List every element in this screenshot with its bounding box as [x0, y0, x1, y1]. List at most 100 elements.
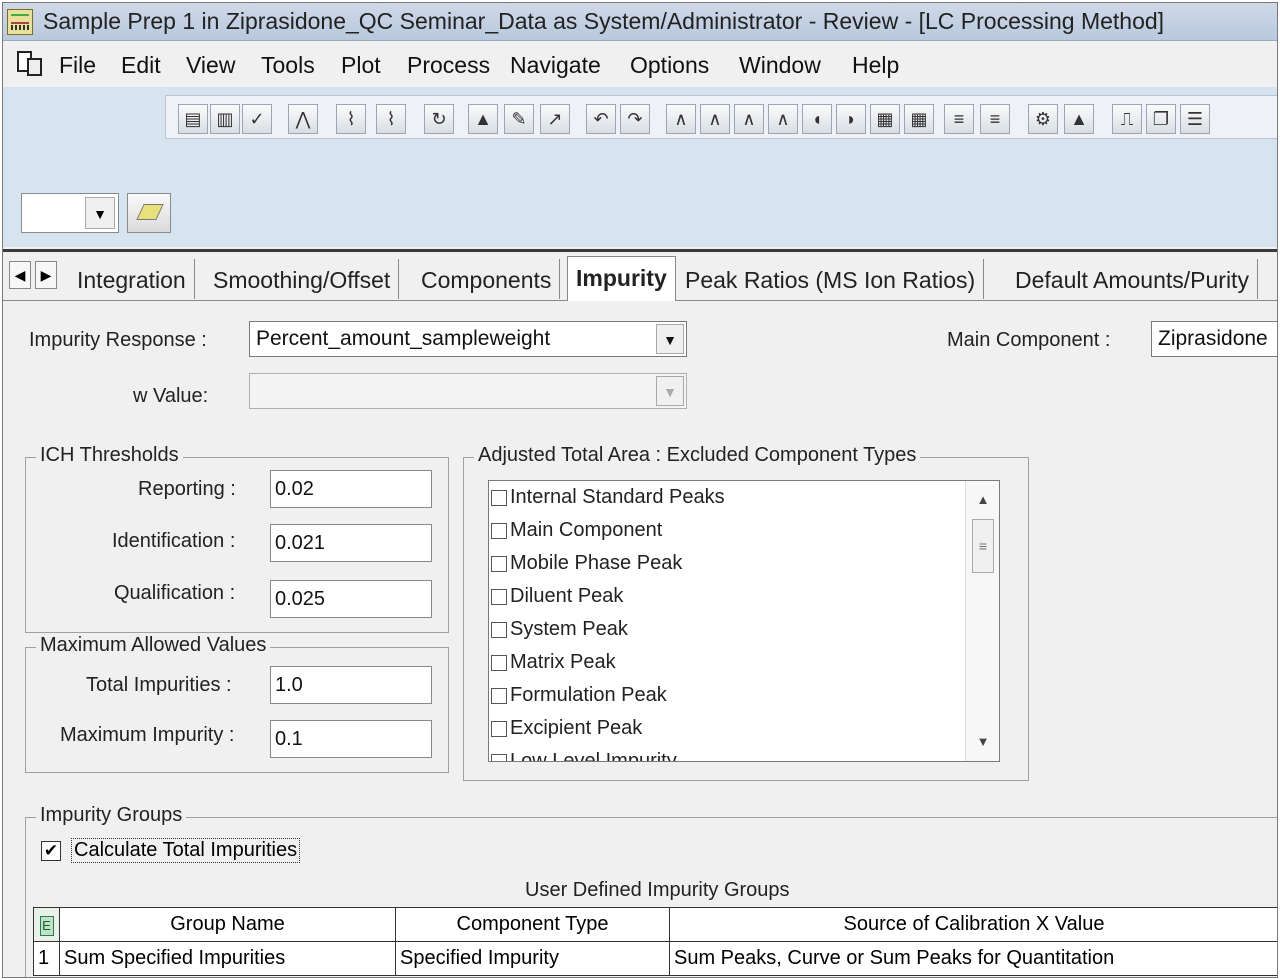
chart-icon[interactable]: ⋀ [288, 104, 318, 134]
excluded-types-list[interactable]: Internal Standard Peaks Main Component Mob… [488, 480, 1000, 762]
refresh-icon[interactable]: ↻ [424, 104, 454, 134]
tab-integration[interactable]: Integration [69, 259, 195, 299]
list-item[interactable]: Mobile Phase Peak [489, 547, 999, 580]
check-icon[interactable]: ✓ [242, 104, 272, 134]
copy-icon[interactable]: ❐ [1146, 104, 1176, 134]
list-item[interactable]: Matrix Peak [489, 646, 999, 679]
menu-process[interactable]: Process [407, 52, 490, 79]
cell-calibration-source[interactable]: Sum Peaks, Curve or Sum Peaks for Quanti… [669, 941, 1277, 976]
list-item-label: Matrix Peak [510, 651, 616, 673]
peak2-icon[interactable]: ⌇ [376, 104, 406, 134]
window1-icon[interactable]: ▦ [870, 104, 900, 134]
list-item[interactable]: Internal Standard Peaks [489, 481, 999, 514]
calculate-total-checkbox[interactable]: ✔ [41, 841, 61, 861]
main-component-field[interactable]: Ziprasidone [1151, 321, 1277, 357]
list-item-label: Diluent Peak [510, 585, 624, 607]
checkbox[interactable] [491, 687, 507, 704]
checkbox[interactable] [491, 489, 507, 506]
checkbox[interactable] [491, 522, 507, 539]
list-item[interactable]: Main Component [489, 514, 999, 547]
calibrate-icon[interactable]: ⚙ [1028, 104, 1058, 134]
menu-file[interactable]: File [59, 52, 96, 79]
selector-combo[interactable]: ▼ [21, 193, 119, 233]
list-item[interactable]: Formulation Peak [489, 679, 999, 712]
impurity-response-label: Impurity Response : [29, 329, 207, 351]
list-item[interactable]: Low Level Impurity [489, 745, 999, 761]
menu-navigate[interactable]: Navigate [510, 52, 601, 79]
list-item[interactable]: System Peak [489, 613, 999, 646]
menu-view[interactable]: View [186, 52, 235, 79]
table-row[interactable]: 1 Sum Specified Impurities Specified Imp… [33, 941, 1277, 976]
impurity-groups-table: E Group Name Component Type Source of Ca… [33, 907, 1277, 976]
integrate1-icon[interactable]: ∧ [666, 104, 696, 134]
integrate2-icon[interactable]: ∧ [700, 104, 730, 134]
column-calibration-source[interactable]: Source of Calibration X Value [669, 907, 1277, 942]
tab-smoothing-offset[interactable]: Smoothing/Offset [205, 259, 400, 299]
menu-window[interactable]: Window [739, 52, 821, 79]
scroll-up-icon[interactable]: ▲ [966, 485, 999, 515]
qualification-input[interactable]: 0.025 [270, 580, 432, 618]
maximum-impurity-input[interactable]: 0.1 [270, 720, 432, 758]
scale-icon[interactable]: ↗ [540, 104, 570, 134]
checkbox[interactable] [491, 621, 507, 638]
user-groups-caption: User Defined Impurity Groups [525, 879, 790, 901]
cell-component-type[interactable]: Specified Impurity [395, 941, 670, 976]
total-impurities-input[interactable]: 1.0 [270, 666, 432, 704]
impurity-panel: Impurity Response : Percent_amount_sampl… [3, 301, 1277, 977]
undo-icon[interactable]: ↶ [586, 104, 616, 134]
marker-icon[interactable]: ✎ [504, 104, 534, 134]
checkbox[interactable] [491, 654, 507, 671]
column-component-type[interactable]: Component Type [395, 907, 670, 942]
chevron-down-icon[interactable]: ▼ [85, 197, 115, 229]
integrate3-icon[interactable]: ∧ [734, 104, 764, 134]
tab-scroll-left-icon[interactable]: ◀ [9, 261, 31, 289]
document-icon[interactable] [17, 51, 45, 77]
list-item[interactable]: Excipient Peak [489, 712, 999, 745]
list1-icon[interactable]: ≡ [944, 104, 974, 134]
table-header-row: E Group Name Component Type Source of Ca… [33, 907, 1277, 942]
quantitate-icon[interactable]: ▲ [1064, 104, 1094, 134]
menu-icon[interactable]: ☰ [1180, 104, 1210, 134]
total-impurities-label: Total Impurities : [86, 674, 232, 696]
split-icon[interactable]: ◖ [802, 104, 832, 134]
checkbox[interactable] [491, 720, 507, 737]
scroll-down-icon[interactable]: ▼ [966, 727, 999, 757]
impurity-response-dropdown[interactable]: Percent_amount_sampleweight ▼ [249, 321, 687, 357]
reporting-input[interactable]: 0.02 [270, 470, 432, 508]
tab-scroll-right-icon[interactable]: ▶ [35, 261, 57, 289]
tab-components[interactable]: Components [413, 259, 561, 299]
checkbox[interactable] [491, 753, 507, 761]
checkbox[interactable] [491, 588, 507, 605]
menu-plot[interactable]: Plot [341, 52, 381, 79]
checkbox[interactable] [491, 555, 507, 572]
chevron-down-icon[interactable]: ▼ [656, 324, 684, 354]
redo-icon[interactable]: ↷ [620, 104, 650, 134]
scroll-thumb[interactable]: ≡ [972, 519, 994, 573]
cell-group-name[interactable]: Sum Specified Impurities [59, 941, 396, 976]
edit-icon[interactable]: ▥ [210, 104, 240, 134]
list-scrollbar[interactable]: ▲ ≡ ▼ [965, 481, 999, 761]
list2-icon[interactable]: ≡ [980, 104, 1010, 134]
toolbar-area: ▤ ▥ ✓ ⋀ ⌇ ⌇ ↻ ▲ ✎ ↗ ↶ ↷ ∧ ∧ ∧ ∧ ◖ ◗ ▦ ▦ … [3, 87, 1277, 247]
integrate4-icon[interactable]: ∧ [768, 104, 798, 134]
chromatogram-icon[interactable]: ▲ [468, 104, 498, 134]
merge-icon[interactable]: ◗ [836, 104, 866, 134]
view-icon[interactable]: ▤ [178, 104, 208, 134]
menu-options[interactable]: Options [630, 52, 709, 79]
list-item[interactable]: Diluent Peak [489, 580, 999, 613]
table-corner-icon[interactable]: E [33, 907, 60, 942]
menu-help[interactable]: Help [852, 52, 899, 79]
peak-icon[interactable]: ⌇ [336, 104, 366, 134]
menu-edit[interactable]: Edit [121, 52, 161, 79]
eraser-button[interactable] [127, 193, 171, 233]
tab-impurity[interactable]: Impurity [567, 256, 676, 301]
tab-default-amounts[interactable]: Default Amounts/Purity [1007, 259, 1258, 299]
identification-input[interactable]: 0.021 [270, 524, 432, 562]
menu-tools[interactable]: Tools [261, 52, 315, 79]
calculate-total-label[interactable]: Calculate Total Impurities [71, 838, 301, 863]
window2-icon[interactable]: ▦ [904, 104, 934, 134]
chevron-down-icon: ▼ [656, 376, 684, 406]
plot-icon[interactable]: ⎍ [1112, 104, 1142, 134]
tab-peak-ratios[interactable]: Peak Ratios (MS Ion Ratios) [677, 259, 985, 299]
column-group-name[interactable]: Group Name [59, 907, 396, 942]
